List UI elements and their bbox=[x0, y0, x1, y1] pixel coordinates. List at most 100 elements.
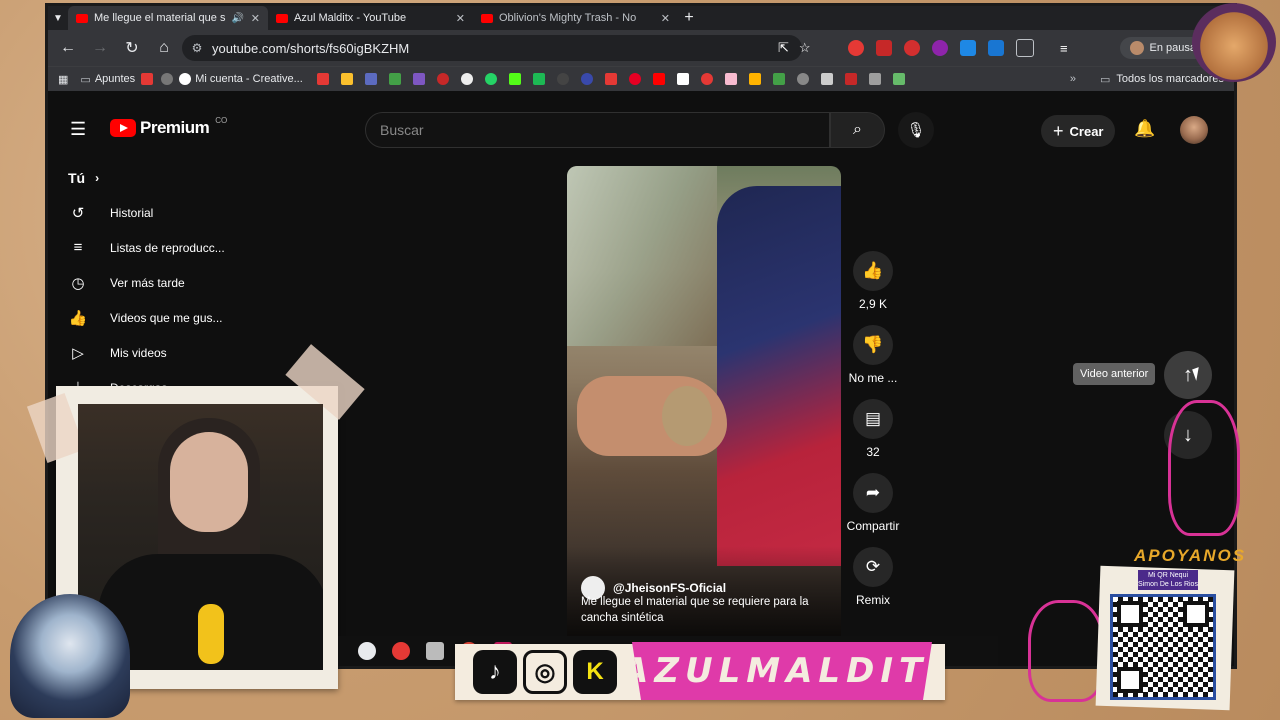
tab-azul[interactable]: Azul Malditx - YouTube ✕ bbox=[268, 6, 473, 30]
dislike-action[interactable]: 👎 No me ... bbox=[843, 325, 903, 385]
microphone-icon[interactable]: 🎙 bbox=[898, 112, 934, 148]
bookmark-icon[interactable] bbox=[556, 73, 569, 85]
forward-icon[interactable]: → bbox=[84, 39, 116, 57]
sidebar-item-liked[interactable]: 👍 Videos que me gus... bbox=[58, 300, 258, 335]
sidebar-item-label: Mis videos bbox=[110, 345, 167, 360]
plus-icon: + bbox=[1053, 120, 1064, 141]
extensions-puzzle-icon[interactable] bbox=[1016, 39, 1034, 57]
whatsapp-icon[interactable] bbox=[484, 73, 497, 85]
comment-icon[interactable]: ▤ bbox=[853, 399, 893, 439]
bookmark-icon[interactable] bbox=[316, 73, 329, 85]
tab-search-icon[interactable]: ▼ bbox=[48, 13, 68, 24]
bookmark-icon[interactable] bbox=[412, 73, 425, 85]
youtube-premium-logo[interactable]: Premium CO bbox=[110, 116, 227, 138]
menu-icon[interactable]: ☰ bbox=[70, 119, 86, 140]
tab-title: Me llegue el material que s bbox=[94, 12, 226, 24]
bookmark-icon[interactable] bbox=[532, 73, 545, 85]
share-label: Compartir bbox=[846, 519, 900, 533]
share-action[interactable]: ➦ Compartir bbox=[843, 473, 903, 533]
bookmark-icon[interactable] bbox=[460, 73, 473, 85]
close-tab-icon[interactable]: ✕ bbox=[251, 12, 260, 25]
new-tab-icon[interactable]: + bbox=[678, 7, 700, 29]
reload-icon[interactable]: ↻ bbox=[116, 38, 148, 58]
demon-sticker bbox=[1028, 600, 1104, 702]
translate-icon[interactable] bbox=[960, 40, 976, 56]
bookmark-folder-apuntes[interactable]: ▭ Apuntes bbox=[74, 73, 141, 86]
short-video-player[interactable]: @JheisonFS-Oficial Me llegue el material… bbox=[567, 166, 841, 636]
bookmark-icon[interactable] bbox=[820, 73, 833, 85]
remix-icon[interactable]: ⟳ bbox=[853, 547, 893, 587]
pinterest-icon[interactable] bbox=[628, 73, 641, 85]
taskbar-app-icon[interactable] bbox=[392, 642, 410, 660]
bookmark-icon[interactable] bbox=[868, 73, 881, 85]
home-icon[interactable]: ⌂ bbox=[148, 39, 180, 57]
sidebar-item-historial[interactable]: ↺ Historial bbox=[58, 195, 258, 230]
like-action[interactable]: 👍 2,9 K bbox=[843, 251, 903, 311]
bookmark-icon[interactable] bbox=[161, 73, 174, 85]
extension-icon[interactable] bbox=[988, 40, 1004, 56]
more-bookmarks-icon[interactable]: » bbox=[1070, 73, 1076, 85]
site-info-icon[interactable]: ⚙ bbox=[182, 41, 212, 55]
address-bar[interactable]: ⚙ youtube.com/shorts/fs60igBKZHM bbox=[182, 35, 802, 61]
share-icon[interactable]: ➦ bbox=[853, 473, 893, 513]
bookmark-icon[interactable] bbox=[772, 73, 785, 85]
adblock-icon[interactable] bbox=[904, 40, 920, 56]
create-label: Crear bbox=[1069, 123, 1104, 139]
bookmark-icon[interactable] bbox=[141, 73, 154, 85]
back-icon[interactable]: ← bbox=[52, 39, 84, 57]
sidebar-item-my-videos[interactable]: ▷ Mis videos bbox=[58, 335, 258, 370]
create-button[interactable]: + Crear bbox=[1041, 115, 1116, 147]
bookmark-icon[interactable] bbox=[580, 73, 593, 85]
bookmark-icon[interactable] bbox=[436, 73, 449, 85]
search-icon[interactable]: ⌕ bbox=[830, 112, 885, 148]
history-icon: ↺ bbox=[71, 204, 85, 222]
all-bookmarks[interactable]: Todos los marcadores bbox=[1116, 73, 1224, 85]
tab-oblivion[interactable]: Oblivion's Mighty Trash - No ✕ bbox=[473, 6, 678, 30]
address-actions: ⇱ ☆ bbox=[778, 35, 811, 61]
comments-action[interactable]: ▤ 32 bbox=[843, 399, 903, 459]
remix-action[interactable]: ⟳ Remix bbox=[843, 547, 903, 607]
bookmark-icon[interactable] bbox=[844, 73, 857, 85]
bookmark-icon[interactable] bbox=[892, 73, 905, 85]
apps-grid-icon[interactable]: ▦ bbox=[48, 73, 74, 86]
demon-sticker bbox=[1168, 400, 1240, 536]
bookmark-icon[interactable] bbox=[676, 73, 689, 85]
bookmark-icon[interactable] bbox=[340, 73, 353, 85]
extension-icon[interactable] bbox=[876, 40, 892, 56]
bookmark-icon[interactable] bbox=[796, 73, 809, 85]
avatar[interactable] bbox=[1180, 116, 1208, 144]
tab-active[interactable]: Me llegue el material que s 🔊 ✕ bbox=[68, 6, 268, 30]
extension-icon[interactable] bbox=[848, 40, 864, 56]
short-actions: 👍 2,9 K 👎 No me ... ▤ 32 ➦ Compartir ⟳ R… bbox=[843, 251, 903, 621]
install-app-icon[interactable]: ⇱ bbox=[778, 40, 789, 56]
bookmark-icon[interactable] bbox=[700, 73, 713, 85]
kick-icon[interactable] bbox=[508, 73, 521, 85]
thumbs-down-icon[interactable]: 👎 bbox=[853, 325, 893, 365]
taskbar-app-icon[interactable] bbox=[358, 642, 376, 660]
sidebar-item-watch-later[interactable]: ◷ Ver más tarde bbox=[58, 265, 258, 300]
sidebar-you[interactable]: Tú › bbox=[58, 161, 258, 195]
bookmark-creative[interactable]: Mi cuenta - Creative... bbox=[173, 73, 309, 85]
youtube-favicon-icon bbox=[76, 13, 88, 23]
search-input[interactable]: Buscar bbox=[365, 112, 830, 148]
close-tab-icon[interactable]: ✕ bbox=[661, 12, 670, 25]
bookmark-icon[interactable] bbox=[748, 73, 761, 85]
taskbar-app-icon[interactable] bbox=[426, 642, 444, 660]
bookmarks-bar: ▦ ▭ Apuntes Mi cuenta - Creative... » ▭ … bbox=[48, 66, 1234, 91]
reading-list-icon[interactable]: ≡ bbox=[1060, 41, 1068, 56]
bookmark-icon[interactable] bbox=[604, 73, 617, 85]
bookmark-star-icon[interactable]: ☆ bbox=[799, 40, 811, 56]
close-tab-icon[interactable]: ✕ bbox=[456, 12, 465, 25]
bookmark-icon[interactable] bbox=[388, 73, 401, 85]
channel-name[interactable]: @JheisonFS-Oficial bbox=[613, 581, 726, 595]
thumbs-up-icon[interactable]: 👍 bbox=[853, 251, 893, 291]
youtube-bookmark-icon[interactable] bbox=[652, 73, 665, 85]
bookmark-icon[interactable] bbox=[724, 73, 737, 85]
sidebar-item-playlists[interactable]: ≡ Listas de reproducc... bbox=[58, 230, 258, 265]
speaker-icon[interactable]: 🔊 bbox=[231, 13, 243, 24]
previous-video-button[interactable]: ↑ bbox=[1164, 351, 1212, 399]
extension-icon[interactable] bbox=[932, 40, 948, 56]
like-count: 2,9 K bbox=[858, 297, 888, 311]
bookmark-icon[interactable] bbox=[364, 73, 377, 85]
notifications-bell-icon[interactable]: 🔔 bbox=[1134, 119, 1155, 139]
